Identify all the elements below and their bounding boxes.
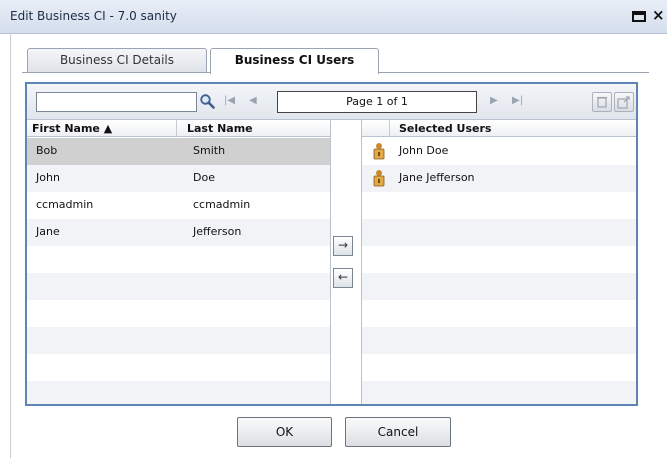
tab-business-ci-details[interactable]: Business CI Details <box>27 48 207 72</box>
tab-business-ci-users[interactable]: Business CI Users <box>210 48 379 74</box>
empty-row <box>362 192 636 219</box>
first-name-cell: Bob <box>36 144 58 157</box>
close-icon[interactable]: × <box>652 6 665 24</box>
empty-row <box>27 381 330 404</box>
add-user-button[interactable]: → <box>333 236 353 256</box>
delete-button[interactable] <box>592 92 612 112</box>
ok-button[interactable]: OK <box>237 417 332 447</box>
last-name-cell: ccmadmin <box>193 198 251 211</box>
maximize-icon[interactable] <box>632 11 646 22</box>
last-name-cell: Smith <box>193 144 226 157</box>
empty-row <box>27 354 330 381</box>
selected-user-name: John Doe <box>399 144 449 157</box>
selected-user-name: Jane Jefferson <box>399 171 475 184</box>
selected-users-header: Selected Users <box>362 120 636 137</box>
table-row[interactable]: Jane Jefferson <box>27 219 330 246</box>
available-users-header: First Name ▲ Last Name <box>27 120 330 137</box>
export-button[interactable] <box>614 92 634 112</box>
dialog-title: Edit Business CI - 7.0 sanity <box>10 9 177 23</box>
empty-row <box>27 300 330 327</box>
search-input[interactable] <box>36 92 197 112</box>
user-lock-icon <box>373 170 385 187</box>
search-icon[interactable] <box>199 93 215 109</box>
users-panel: |◀ ◀ Page 1 of 1 ▶ ▶| First Name ▲ Last … <box>25 82 638 406</box>
last-name-cell: Doe <box>193 171 215 184</box>
available-users-grid: First Name ▲ Last Name Bob Smith John Do… <box>27 120 330 404</box>
empty-row <box>27 246 330 273</box>
export-icon <box>617 96 630 109</box>
table-row[interactable]: John Doe <box>27 165 330 192</box>
empty-row <box>362 381 636 404</box>
edit-business-ci-dialog: Edit Business CI - 7.0 sanity × Business… <box>0 0 667 458</box>
last-name-cell: Jefferson <box>193 225 242 238</box>
empty-row <box>362 273 636 300</box>
empty-row <box>362 327 636 354</box>
cancel-button[interactable]: Cancel <box>345 417 451 447</box>
page-indicator: Page 1 of 1 <box>277 91 477 113</box>
next-page-icon[interactable]: ▶ <box>490 94 498 108</box>
empty-row <box>362 219 636 246</box>
empty-row <box>362 246 636 273</box>
last-page-icon[interactable]: ▶| <box>512 94 523 108</box>
remove-user-button[interactable]: ← <box>333 268 353 288</box>
grid-divider-left <box>330 120 331 404</box>
first-name-cell: Jane <box>36 225 60 238</box>
column-header-first-name[interactable]: First Name ▲ <box>32 122 112 135</box>
trash-icon <box>597 96 607 108</box>
first-name-cell: ccmadmin <box>36 198 94 211</box>
column-separator <box>176 120 177 137</box>
table-row[interactable]: ccmadmin ccmadmin <box>27 192 330 219</box>
column-separator <box>389 120 390 137</box>
title-bar[interactable]: Edit Business CI - 7.0 sanity × <box>0 0 667 34</box>
selected-users-grid: Selected Users John Doe Jane Jefferson <box>362 120 636 404</box>
column-header-last-name[interactable]: Last Name <box>187 122 253 135</box>
empty-row <box>27 273 330 300</box>
column-header-selected-users[interactable]: Selected Users <box>399 122 491 135</box>
table-row[interactable]: Bob Smith <box>27 138 330 165</box>
paging-toolbar: |◀ ◀ Page 1 of 1 ▶ ▶| <box>27 84 636 120</box>
first-page-icon[interactable]: |◀ <box>224 94 235 108</box>
selected-user-row[interactable]: John Doe <box>362 138 636 165</box>
user-lock-icon <box>373 143 385 160</box>
dialog-left-border <box>10 34 11 458</box>
empty-row <box>362 354 636 381</box>
empty-row <box>27 327 330 354</box>
selected-user-row[interactable]: Jane Jefferson <box>362 165 636 192</box>
empty-row <box>362 300 636 327</box>
previous-page-icon[interactable]: ◀ <box>249 94 257 108</box>
first-name-cell: John <box>36 171 60 184</box>
